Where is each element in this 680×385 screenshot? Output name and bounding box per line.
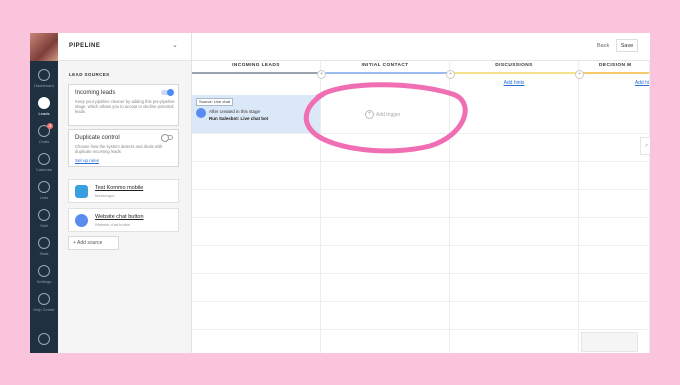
row-divider [192,161,650,162]
stats-icon [38,237,50,249]
duplicate-control-desc: Choose how the system detects and deals … [75,144,163,154]
profile-icon[interactable] [38,333,50,345]
panel-header: PIPELINE ⌄ [58,33,191,61]
column-title: DISCUSSIONS [495,63,533,68]
row-divider [192,217,650,218]
source-tag: Source: Live chat [196,98,233,106]
column-color-bar [321,72,449,74]
avatar[interactable] [30,33,58,61]
dollar-icon [38,97,50,109]
source-name[interactable]: Test Kommo mobile [95,185,143,191]
panel-title: PIPELINE [69,43,101,49]
chats-badge: 4 [47,123,53,129]
add-trigger-label: Add trigger [376,111,401,118]
nav-item-dashboard[interactable]: Dashboard [30,69,58,88]
chat-button-icon [75,214,88,227]
list-icon [38,181,50,193]
row-divider [192,133,650,134]
column-discussions: DISCUSSIONS Add hints [450,60,579,353]
nav-item-leads[interactable]: Leads [30,97,58,116]
source-name[interactable]: Website chat button [95,214,144,220]
check-icon [38,153,50,165]
row-divider [192,245,650,246]
nav-item-stats[interactable]: Stats [30,237,58,256]
row-divider [192,273,650,274]
add-stage-plus-icon[interactable]: + [446,70,455,79]
source-card-telegram[interactable]: Test Kommo mobile Messenger [68,179,179,203]
back-button[interactable]: Back [597,43,609,49]
duplicate-control-title: Duplicate control [75,135,120,141]
row-divider [192,329,650,330]
duplicate-control-card[interactable]: Duplicate control Choose how the system … [68,129,179,167]
row-divider [192,301,650,302]
add-trigger-button[interactable]: + Add trigger [365,110,400,119]
nav-label: Lists [39,195,49,200]
incoming-leads-toggle[interactable] [161,89,174,96]
row-divider [192,189,650,190]
column-title: DECISION M [599,63,632,68]
nav-label: Calendar [35,167,53,172]
column-title: INCOMING LEADS [232,63,280,68]
duplicate-control-toggle[interactable] [161,134,173,142]
incoming-leads-title: Incoming leads [75,90,116,96]
column-initial-contact: INITIAL CONTACT [321,60,450,353]
add-hints-link[interactable]: Add hints [450,80,578,86]
incoming-leads-desc: Keep your pipeline cleaner by adding thi… [75,99,175,114]
save-button[interactable]: Save [616,39,638,52]
nav-item-lists[interactable]: Lists [30,181,58,200]
pipeline-panel: PIPELINE ⌄ LEAD SOURCES Incoming leads K… [58,33,192,353]
plus-icon: + [365,110,374,119]
source-card-website-chat[interactable]: Website chat button Website chat button [68,208,179,232]
column-title: INITIAL CONTACT [361,63,409,68]
nav-item-chats[interactable]: 4 Chats [30,123,58,144]
source-sub: Website chat button [95,222,131,227]
add-source-label: Add source [77,240,103,246]
lead-sources-label: LEAD SOURCES [69,72,110,77]
column-color-bar [450,72,578,74]
nav-label: Leads [38,111,50,116]
column-color-bar [192,72,320,74]
nav-item-help-center[interactable]: Help Center [30,293,58,312]
bottom-panel-stub [581,332,638,352]
trigger-condition: After created in this stage [209,109,261,114]
add-stage-plus-icon[interactable]: + [575,70,584,79]
nav-item-calendar[interactable]: Calendar [30,153,58,172]
pipeline-board: Back Save INCOMING LEADS INITIAL CONTACT… [192,33,650,353]
add-hints-link[interactable]: Add hi [579,80,649,86]
chevron-down-icon[interactable]: ⌄ [172,41,178,49]
gear-icon [38,265,50,277]
nav-item-settings[interactable]: Settings [30,265,58,284]
column-color-bar [579,72,649,74]
set-up-rules-link[interactable]: Set up rules [75,158,99,163]
nav-item-mail[interactable]: Mail [30,209,58,228]
telegram-icon [75,185,88,198]
gauge-icon [38,69,50,81]
add-stage-plus-icon[interactable]: + [317,70,326,79]
source-sub: Messenger [95,193,115,198]
mail-icon [38,209,50,221]
salesbot-trigger-card[interactable]: Source: Live chat After created in this … [192,95,320,133]
nav-label: Stats [39,251,49,256]
nav-label: Settings [36,279,52,284]
board-topbar: Back Save [192,33,650,61]
add-source-button[interactable]: + Add source [68,236,119,250]
app-window: Dashboard Leads 4 Chats Calendar Lists M… [30,33,650,353]
help-icon [38,293,50,305]
nav-label: Help Center [33,307,55,312]
expand-icon[interactable]: ↗ [640,137,650,155]
salesbot-icon [196,108,206,118]
column-decision: DECISION M Add hi [579,60,650,353]
nav-label: Mail [40,223,48,228]
nav-label: Chats [38,139,50,144]
main-nav: Dashboard Leads 4 Chats Calendar Lists M… [30,33,58,353]
nav-label: Dashboard [34,83,54,88]
incoming-leads-card[interactable]: Incoming leads Keep your pipeline cleane… [68,84,179,126]
trigger-action: Run Salesbot: Live chat bot [209,116,269,121]
